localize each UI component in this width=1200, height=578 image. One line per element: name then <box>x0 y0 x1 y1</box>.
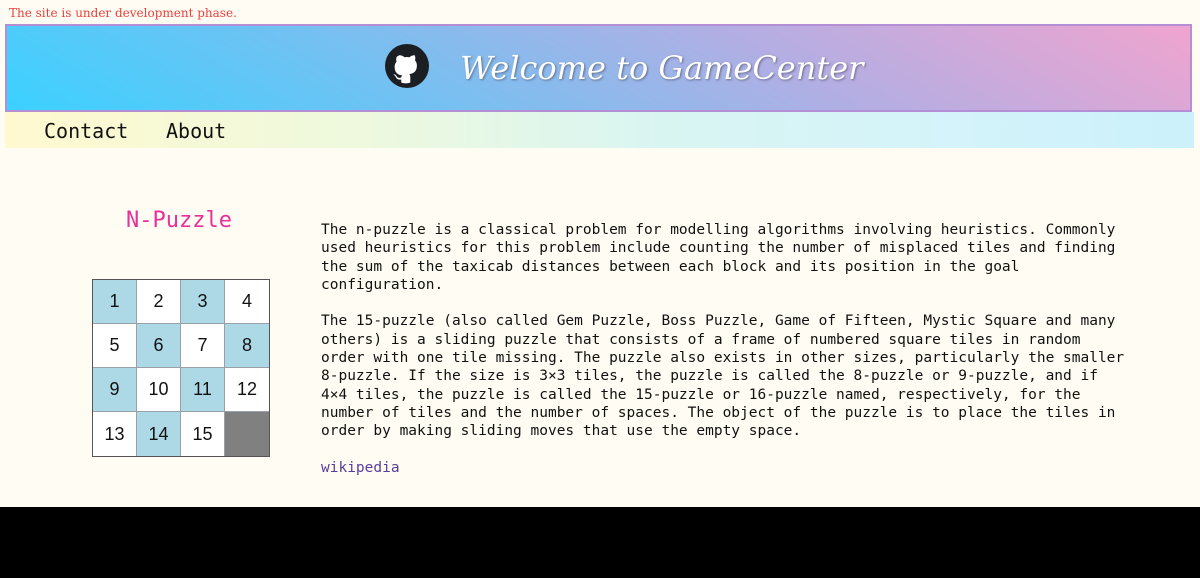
puzzle-tile[interactable]: 8 <box>225 324 269 368</box>
header-banner: Welcome to GameCenter <box>5 24 1192 112</box>
puzzle-tile[interactable]: 5 <box>93 324 137 368</box>
description-paragraph: The n-puzzle is a classical problem for … <box>321 222 1116 293</box>
puzzle-tile[interactable]: 2 <box>137 280 181 324</box>
puzzle-description: The n-puzzle is a classical problem for … <box>321 221 1131 477</box>
puzzle-tile[interactable]: 11 <box>181 368 225 412</box>
description-paragraph: The 15-puzzle (also called Gem Puzzle, B… <box>321 313 1125 440</box>
nav-bar: Contact About <box>5 112 1194 148</box>
puzzle-tile[interactable]: 13 <box>93 412 137 456</box>
puzzle-tile[interactable]: 10 <box>137 368 181 412</box>
nav-link-about[interactable]: About <box>166 118 226 144</box>
wikipedia-link[interactable]: wikipedia <box>321 459 400 477</box>
puzzle-tile[interactable]: 6 <box>137 324 181 368</box>
puzzle-tile[interactable]: 7 <box>181 324 225 368</box>
puzzle-empty-tile[interactable] <box>225 412 269 456</box>
site-title: Welcome to GameCenter <box>460 49 864 87</box>
puzzle-tile[interactable]: 14 <box>137 412 181 456</box>
puzzle-tile[interactable]: 12 <box>225 368 269 412</box>
page: The site is under development phase. Wel… <box>0 0 1200 507</box>
puzzle-title: N-Puzzle <box>126 208 232 233</box>
nav-link-contact[interactable]: Contact <box>44 118 128 144</box>
puzzle-board: 1 2 3 4 5 6 7 8 9 10 11 12 13 14 15 <box>92 279 270 457</box>
puzzle-tile[interactable]: 3 <box>181 280 225 324</box>
puzzle-tile[interactable]: 4 <box>225 280 269 324</box>
github-icon[interactable] <box>385 44 429 88</box>
puzzle-tile[interactable]: 15 <box>181 412 225 456</box>
puzzle-tile[interactable]: 9 <box>93 368 137 412</box>
development-notice: The site is under development phase. <box>9 6 237 20</box>
puzzle-tile[interactable]: 1 <box>93 280 137 324</box>
